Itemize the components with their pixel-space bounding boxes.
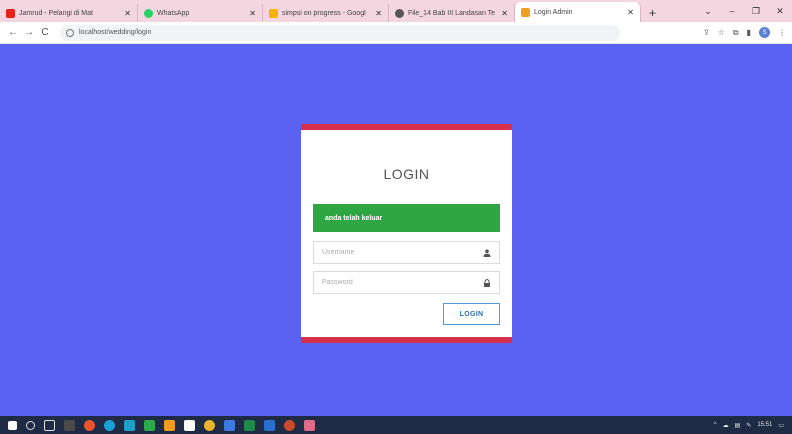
network-icon[interactable]: ▤ xyxy=(735,422,741,429)
app-icon[interactable] xyxy=(304,419,315,431)
tab-title: Login Admin xyxy=(534,8,573,16)
cloud-icon[interactable]: ☁ xyxy=(723,422,729,429)
url-text: localhost/wedding/login xyxy=(79,29,152,36)
logout-alert: anda telah keluar xyxy=(313,204,500,232)
close-tab-icon[interactable]: ✕ xyxy=(371,9,382,18)
password-field-wrapper xyxy=(313,271,500,294)
app-icon[interactable] xyxy=(264,419,275,431)
clock[interactable]: 15:51 xyxy=(757,422,772,429)
chrome-icon[interactable] xyxy=(204,419,215,431)
app-icon[interactable] xyxy=(224,419,235,431)
pen-icon[interactable]: ✎ xyxy=(746,422,751,429)
system-tray: ^ ☁ ▤ ✎ 15:51 ▭ xyxy=(714,422,784,429)
extensions-icon[interactable]: ⧉ xyxy=(733,28,739,38)
username-input[interactable] xyxy=(322,249,483,256)
lock-icon xyxy=(483,278,491,287)
forward-button[interactable]: → xyxy=(22,27,36,38)
web-page-icon xyxy=(395,8,404,18)
windows-start-icon[interactable] xyxy=(8,420,17,430)
app-icon[interactable] xyxy=(184,419,195,431)
browser-tab[interactable]: File_14 Bab III Landasan Te ✕ xyxy=(389,4,515,22)
maximize-button[interactable]: ❐ xyxy=(744,6,768,17)
notification-icon[interactable]: ▭ xyxy=(778,422,784,429)
url-field[interactable]: localhost/wedding/login xyxy=(60,24,620,41)
side-panel-icon[interactable]: ▮ xyxy=(747,28,751,37)
os-taskbar: ^ ☁ ▤ ✎ 15:51 ▭ xyxy=(0,416,792,434)
search-icon[interactable] xyxy=(26,420,35,430)
tab-title: File_14 Bab III Landasan Te xyxy=(408,9,496,17)
browser-tab[interactable]: Jamrud - Pelangi di Mat ✕ xyxy=(0,4,138,22)
alert-text: anda telah keluar xyxy=(325,214,383,222)
app-icon[interactable] xyxy=(244,419,255,431)
tab-title: WhatsApp xyxy=(157,9,190,17)
chevron-up-icon[interactable]: ^ xyxy=(714,422,717,428)
google-drive-icon xyxy=(269,8,278,18)
browser-tab[interactable]: WhatsApp ✕ xyxy=(138,4,263,22)
app-icon[interactable] xyxy=(64,419,75,431)
close-tab-icon[interactable]: ✕ xyxy=(623,8,634,17)
edge-icon[interactable] xyxy=(104,419,115,431)
close-tab-icon[interactable]: ✕ xyxy=(497,9,508,18)
share-icon[interactable]: ⇪ xyxy=(703,28,710,37)
password-input[interactable] xyxy=(322,279,483,286)
app-icon[interactable] xyxy=(164,419,175,431)
reload-button[interactable]: C xyxy=(38,27,52,38)
app-icon[interactable] xyxy=(124,419,135,431)
login-card: LOGIN anda telah keluar LOGIN xyxy=(301,124,512,343)
task-view-icon[interactable] xyxy=(44,419,55,431)
site-info-icon[interactable] xyxy=(66,28,74,37)
app-icon[interactable] xyxy=(84,419,95,431)
browser-toolbar: ⇪ ☆ ⧉ ▮ S ⋮ xyxy=(703,27,786,38)
tab-title: Jamrud - Pelangi di Mat xyxy=(19,9,93,17)
username-field-wrapper xyxy=(313,241,500,264)
login-title: LOGIN xyxy=(383,166,430,182)
tab-title: simpsi on progress - Googl xyxy=(282,9,366,17)
app-icon[interactable] xyxy=(284,419,295,431)
page-viewport: LOGIN anda telah keluar LOGIN xyxy=(0,44,792,416)
new-tab-button[interactable]: + xyxy=(641,4,664,22)
browser-tab-active[interactable]: Login Admin ✕ xyxy=(515,2,641,22)
login-button[interactable]: LOGIN xyxy=(443,303,500,325)
page-favicon-icon xyxy=(521,7,530,17)
menu-kebab-icon[interactable]: ⋮ xyxy=(778,28,786,37)
close-tab-icon[interactable]: ✕ xyxy=(245,9,256,18)
tab-search-icon[interactable]: ⌄ xyxy=(696,6,720,17)
browser-tab-strip: Jamrud - Pelangi di Mat ✕ WhatsApp ✕ sim… xyxy=(0,0,792,22)
app-icon[interactable] xyxy=(144,419,155,431)
close-tab-icon[interactable]: ✕ xyxy=(120,9,131,18)
browser-tab[interactable]: simpsi on progress - Googl ✕ xyxy=(263,4,389,22)
profile-avatar[interactable]: S xyxy=(759,27,770,38)
address-bar: ← → C localhost/wedding/login ⇪ ☆ ⧉ ▮ S … xyxy=(0,22,792,44)
youtube-icon xyxy=(6,8,15,18)
bookmark-star-icon[interactable]: ☆ xyxy=(718,28,725,37)
window-controls: ⌄ – ❐ ✕ xyxy=(696,0,792,22)
whatsapp-icon xyxy=(144,8,153,18)
minimize-button[interactable]: – xyxy=(720,6,744,16)
clock-time: 15:51 xyxy=(757,421,773,428)
back-button[interactable]: ← xyxy=(6,27,20,38)
user-icon xyxy=(483,248,491,257)
close-window-button[interactable]: ✕ xyxy=(768,6,792,17)
